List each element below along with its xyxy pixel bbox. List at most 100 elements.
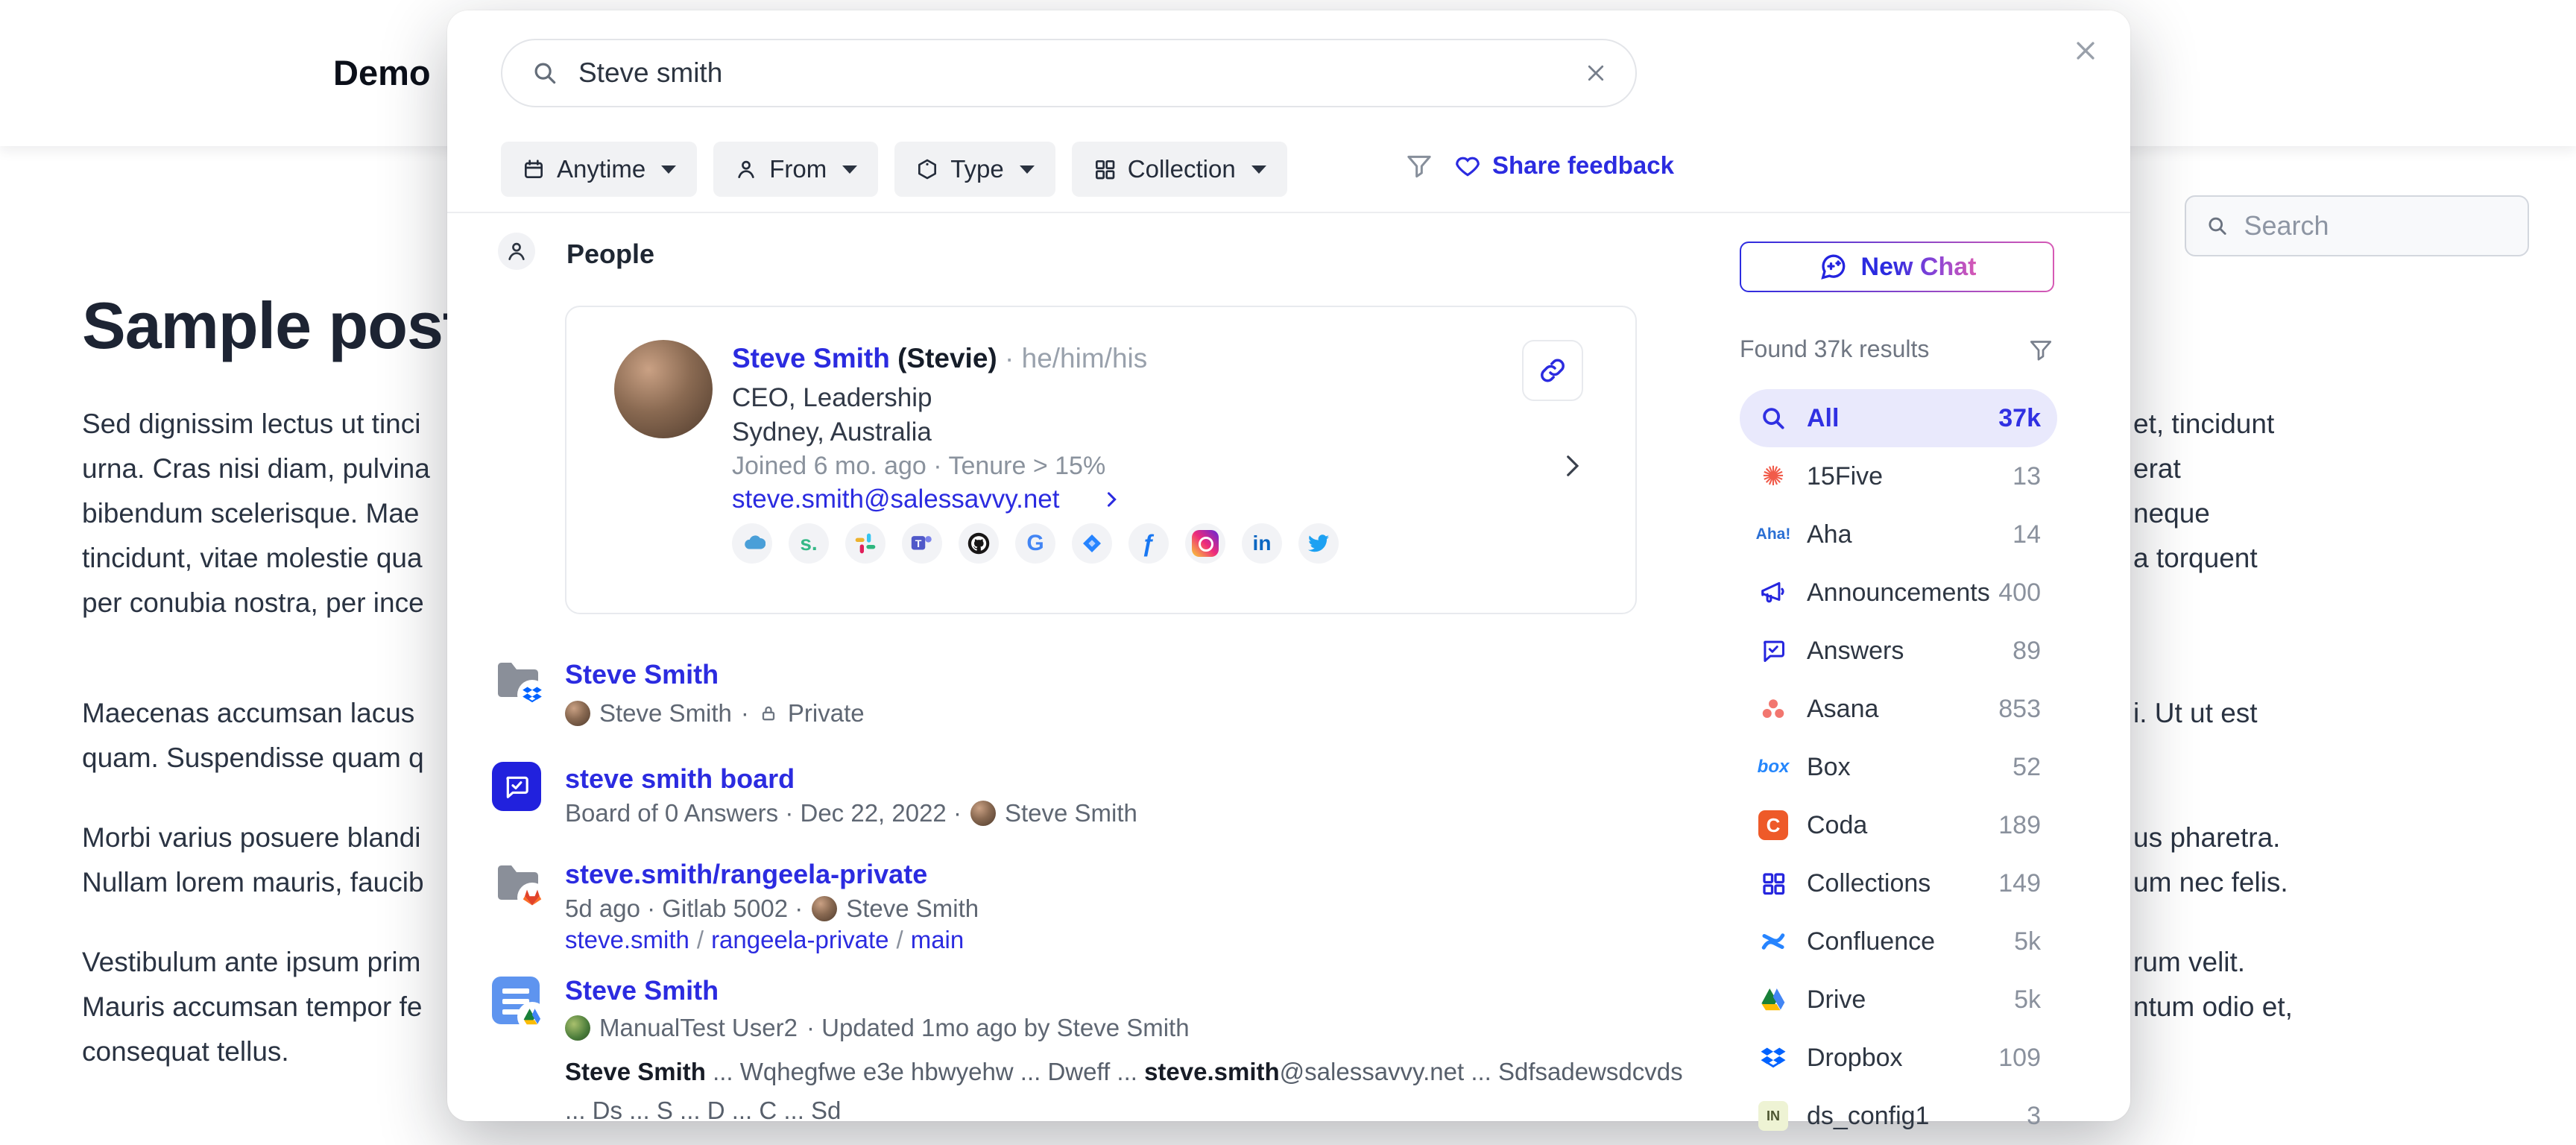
result-row[interactable]: Steve Smith ManualTest User2 · Updated 1… [492, 975, 1655, 1124]
blog-search-box[interactable] [2185, 195, 2529, 256]
copy-link-button[interactable] [1522, 340, 1583, 401]
showpad-icon[interactable]: s. [789, 523, 829, 564]
filter-anytime[interactable]: Anytime [501, 142, 697, 197]
brand-logo[interactable]: Demo [333, 52, 431, 93]
dropbox-icon [1760, 1044, 1787, 1071]
lock-icon [758, 703, 779, 724]
avatar [812, 896, 837, 921]
sidebar-item-announcements[interactable]: Announcements 400 [1740, 564, 2057, 622]
sidebar-item-count: 5k [2014, 985, 2041, 1015]
result-title-link[interactable]: Steve Smith [565, 975, 719, 1006]
chevron-right-icon[interactable] [1101, 489, 1122, 510]
blog-search-input[interactable] [2244, 210, 2508, 242]
bg-text: et, tincidunt [2133, 409, 2274, 440]
sidebar-item-all[interactable]: All 37k [1740, 389, 2057, 447]
google-icon[interactable]: G [1015, 523, 1055, 564]
result-title-link[interactable]: steve.smith/rangeela-private [565, 859, 927, 890]
sidebar-item-collections[interactable]: Collections 149 [1740, 854, 2057, 912]
share-feedback-link[interactable]: Share feedback [1453, 151, 1674, 180]
filter-from[interactable]: From [713, 142, 878, 197]
sidebar-item-label: Collections [1807, 869, 1931, 898]
instagram-icon[interactable] [1185, 523, 1225, 564]
result-title-link[interactable]: Steve Smith [565, 659, 719, 690]
sidebar-item-count: 14 [2012, 520, 2041, 549]
sidebar-item-drive[interactable]: Drive 5k [1740, 971, 2057, 1029]
github-icon[interactable] [959, 523, 999, 564]
sidebar-item-dropbox[interactable]: Dropbox 109 [1740, 1029, 2057, 1087]
slack-icon[interactable] [845, 523, 886, 564]
result-meta: · Updated 1mo ago by Steve Smith [806, 1014, 1190, 1042]
search-icon [531, 59, 559, 87]
person-name-link[interactable]: Steve Smith [732, 343, 890, 373]
bg-text: Mauris accumsan tempor fe [82, 991, 423, 1022]
person-icon [734, 157, 758, 181]
bg-text: urna. Cras nisi diam, pulvina [82, 453, 430, 484]
chip-label: Anytime [557, 155, 645, 183]
link-icon [1538, 356, 1568, 385]
expand-person-chevron[interactable] [1556, 450, 1588, 485]
sidebar-item-count: 109 [1998, 1044, 2041, 1073]
modal-search-bar[interactable] [501, 39, 1637, 107]
search-icon [1759, 404, 1787, 432]
sidebar-item-label: Coda [1807, 811, 1867, 840]
sidebar-item-box[interactable]: box Box 52 [1740, 738, 2057, 796]
facebook-icon[interactable]: ƒ [1128, 523, 1169, 564]
bg-text: quam. Suspendisse quam q [82, 742, 424, 773]
sidebar-item-label: Announcements [1807, 578, 1990, 608]
sidebar-item-15five[interactable]: ✺ 15Five 13 [1740, 447, 2057, 505]
bg-text: Sed dignissim lectus ut tinci [82, 409, 420, 439]
avatar [565, 701, 590, 726]
filter-type[interactable]: Type [894, 142, 1055, 197]
chevron-down-icon [1251, 165, 1266, 174]
asana-icon [1760, 695, 1787, 722]
twitter-icon[interactable] [1298, 523, 1339, 564]
bg-text: a torquent [2133, 543, 2258, 574]
new-chat-button[interactable]: New Chat [1740, 242, 2054, 292]
result-title-link[interactable]: steve smith board [565, 763, 795, 795]
person-card[interactable]: Steve Smith (Stevie) · he/him/his CEO, L… [565, 306, 1637, 614]
sidebar-item-coda[interactable]: C Coda 189 [1740, 796, 2057, 854]
salesforce-icon[interactable] [732, 523, 772, 564]
breadcrumb-segment[interactable]: main [911, 926, 965, 953]
google-doc-icon [492, 977, 540, 1024]
close-icon[interactable] [2071, 36, 2100, 66]
dropbox-badge-icon [517, 680, 547, 710]
filter-funnel-icon[interactable] [1404, 151, 1434, 180]
drive-icon [1760, 987, 1787, 1012]
sidebar-item-asana[interactable]: Asana 853 [1740, 680, 2057, 738]
sidebar-item-confluence[interactable]: Confluence 5k [1740, 912, 2057, 971]
person-location: Sydney, Australia [732, 417, 932, 447]
teams-icon[interactable]: T [902, 523, 942, 564]
result-owner: Steve Smith [599, 699, 732, 728]
collection-grid-icon [1093, 157, 1117, 181]
sidebar-item-label: Asana [1807, 695, 1878, 724]
modal-search-input[interactable] [578, 57, 1565, 89]
person-email-link[interactable]: steve.smith@salessavvy.net [732, 485, 1059, 514]
result-breadcrumb[interactable]: steve.smith/rangeela-private/main [565, 926, 964, 954]
breadcrumb-segment[interactable]: steve.smith [565, 926, 689, 953]
result-row[interactable]: steve.smith/rangeela-private 5d ago · Gi… [492, 851, 1655, 963]
filter-funnel-icon[interactable] [2027, 336, 2054, 363]
sidebar-item-label: Dropbox [1807, 1044, 1903, 1073]
bg-text: per conubia nostra, per ince [82, 587, 424, 618]
filter-collection[interactable]: Collection [1072, 142, 1287, 197]
separator: · [741, 699, 749, 728]
folder-icon [492, 860, 543, 910]
bg-text: bibendum scelerisque. Mae [82, 498, 419, 529]
divider [447, 212, 2130, 213]
jira-icon[interactable] [1072, 523, 1112, 564]
linkedin-icon[interactable]: in [1242, 523, 1282, 564]
sidebar-item-answers[interactable]: Answers 89 [1740, 622, 2057, 680]
sidebar-item-aha[interactable]: Aha! Aha 14 [1740, 505, 2057, 564]
bg-text: Morbi varius posuere blandi [82, 822, 421, 853]
breadcrumb-segment[interactable]: rangeela-private [711, 926, 888, 953]
result-row[interactable]: Steve Smith Steve Smith · Private [492, 653, 1655, 739]
clear-icon[interactable] [1585, 62, 1607, 84]
page-title: Sample post [82, 288, 464, 364]
sidebar-item-ds-config1[interactable]: IN ds_config1 3 [1740, 1087, 2057, 1145]
result-row[interactable]: steve smith board Board of 0 Answers · D… [492, 757, 1655, 839]
chevron-down-icon [661, 165, 676, 174]
results-count-label: Found 37k results [1740, 335, 1929, 363]
people-section-label: People [566, 239, 654, 270]
collections-icon [1760, 870, 1787, 897]
